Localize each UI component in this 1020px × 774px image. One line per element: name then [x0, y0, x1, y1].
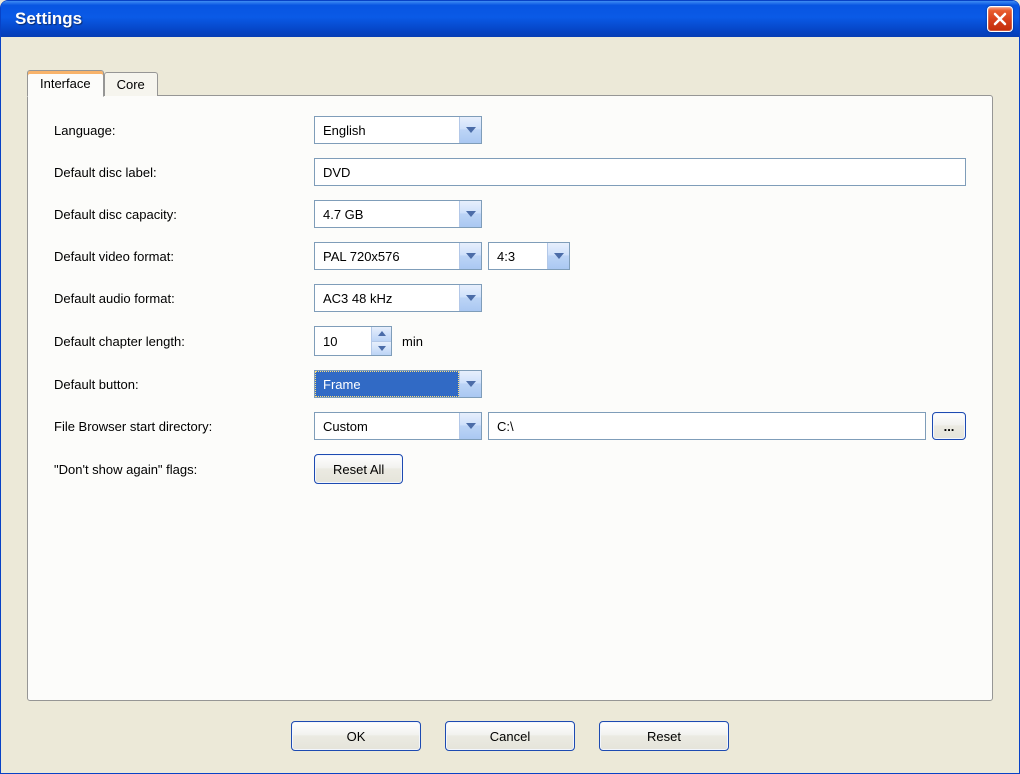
cancel-button[interactable]: Cancel [445, 721, 575, 751]
dropdown-button[interactable] [459, 243, 481, 269]
browser-mode-select[interactable]: Custom [314, 412, 482, 440]
dropdown-button[interactable] [459, 413, 481, 439]
chevron-down-icon [466, 295, 476, 301]
chevron-down-icon [466, 127, 476, 133]
ok-button[interactable]: OK [291, 721, 421, 751]
chapter-length-stepper[interactable]: 10 [314, 326, 392, 356]
chapter-length-value: 10 [315, 327, 371, 355]
titlebar: Settings [1, 1, 1019, 37]
dropdown-button[interactable] [459, 201, 481, 227]
label-default-button: Default button: [54, 377, 314, 392]
row-language: Language: English [54, 116, 966, 144]
spin-down-button[interactable] [372, 341, 391, 356]
row-audio-format: Default audio format: AC3 48 kHz [54, 284, 966, 312]
dropdown-button[interactable] [459, 117, 481, 143]
default-button-select[interactable]: Frame [314, 370, 482, 398]
tab-interface[interactable]: Interface [27, 70, 104, 97]
browse-label: ... [944, 419, 955, 434]
aspect-ratio-select[interactable]: 4:3 [488, 242, 570, 270]
chevron-down-icon [466, 381, 476, 387]
chevron-down-icon [466, 211, 476, 217]
chevron-up-icon [378, 331, 386, 336]
chevron-down-icon [466, 423, 476, 429]
label-audio-format: Default audio format: [54, 291, 314, 306]
reset-all-label: Reset All [333, 462, 384, 477]
tabstrip: Interface Core [27, 69, 158, 96]
disc-capacity-select[interactable]: 4.7 GB [314, 200, 482, 228]
reset-all-button[interactable]: Reset All [314, 454, 403, 484]
tab-core[interactable]: Core [104, 72, 158, 96]
browser-mode-value: Custom [315, 413, 459, 439]
reset-button[interactable]: Reset [599, 721, 729, 751]
dialog-buttons: OK Cancel Reset [5, 721, 1015, 751]
row-video-format: Default video format: PAL 720x576 4:3 [54, 242, 966, 270]
video-format-select[interactable]: PAL 720x576 [314, 242, 482, 270]
disc-capacity-value: 4.7 GB [315, 201, 459, 227]
reset-label: Reset [647, 729, 681, 744]
video-format-value: PAL 720x576 [315, 243, 459, 269]
spin-up-button[interactable] [372, 327, 391, 341]
close-icon [993, 12, 1007, 26]
row-chapter-length: Default chapter length: 10 min [54, 326, 966, 356]
row-flags: "Don't show again" flags: Reset All [54, 454, 966, 484]
default-button-value: Frame [315, 371, 459, 397]
tab-label: Core [117, 77, 145, 92]
label-flags: "Don't show again" flags: [54, 462, 314, 477]
settings-window: Settings Interface Core Language: Englis… [0, 0, 1020, 774]
browse-button[interactable]: ... [932, 412, 966, 440]
language-select[interactable]: English [314, 116, 482, 144]
label-language: Language: [54, 123, 314, 138]
row-disc-label: Default disc label: DVD [54, 158, 966, 186]
ok-label: OK [347, 729, 366, 744]
client-area: Interface Core Language: English Default… [5, 39, 1015, 769]
audio-format-select[interactable]: AC3 48 kHz [314, 284, 482, 312]
min-suffix: min [402, 334, 423, 349]
dropdown-button[interactable] [459, 285, 481, 311]
browser-path-input[interactable]: C:\ [488, 412, 926, 440]
tabpanel-interface: Language: English Default disc label: DV… [27, 95, 993, 701]
label-chapter-length: Default chapter length: [54, 334, 314, 349]
aspect-ratio-value: 4:3 [489, 243, 547, 269]
disc-label-value: DVD [323, 165, 350, 180]
browser-path-value: C:\ [497, 419, 514, 434]
audio-format-value: AC3 48 kHz [315, 285, 459, 311]
label-disc-capacity: Default disc capacity: [54, 207, 314, 222]
window-title: Settings [15, 9, 82, 29]
dropdown-button[interactable] [459, 371, 481, 397]
chevron-down-icon [466, 253, 476, 259]
dropdown-button[interactable] [547, 243, 569, 269]
label-video-format: Default video format: [54, 249, 314, 264]
chevron-down-icon [378, 346, 386, 351]
label-browser-dir: File Browser start directory: [54, 419, 314, 434]
language-value: English [315, 117, 459, 143]
tab-label: Interface [40, 76, 91, 91]
row-browser-dir: File Browser start directory: Custom C:\… [54, 412, 966, 440]
chevron-down-icon [554, 253, 564, 259]
label-disc-label: Default disc label: [54, 165, 314, 180]
close-button[interactable] [987, 6, 1013, 32]
row-disc-capacity: Default disc capacity: 4.7 GB [54, 200, 966, 228]
row-default-button: Default button: Frame [54, 370, 966, 398]
cancel-label: Cancel [490, 729, 530, 744]
disc-label-input[interactable]: DVD [314, 158, 966, 186]
